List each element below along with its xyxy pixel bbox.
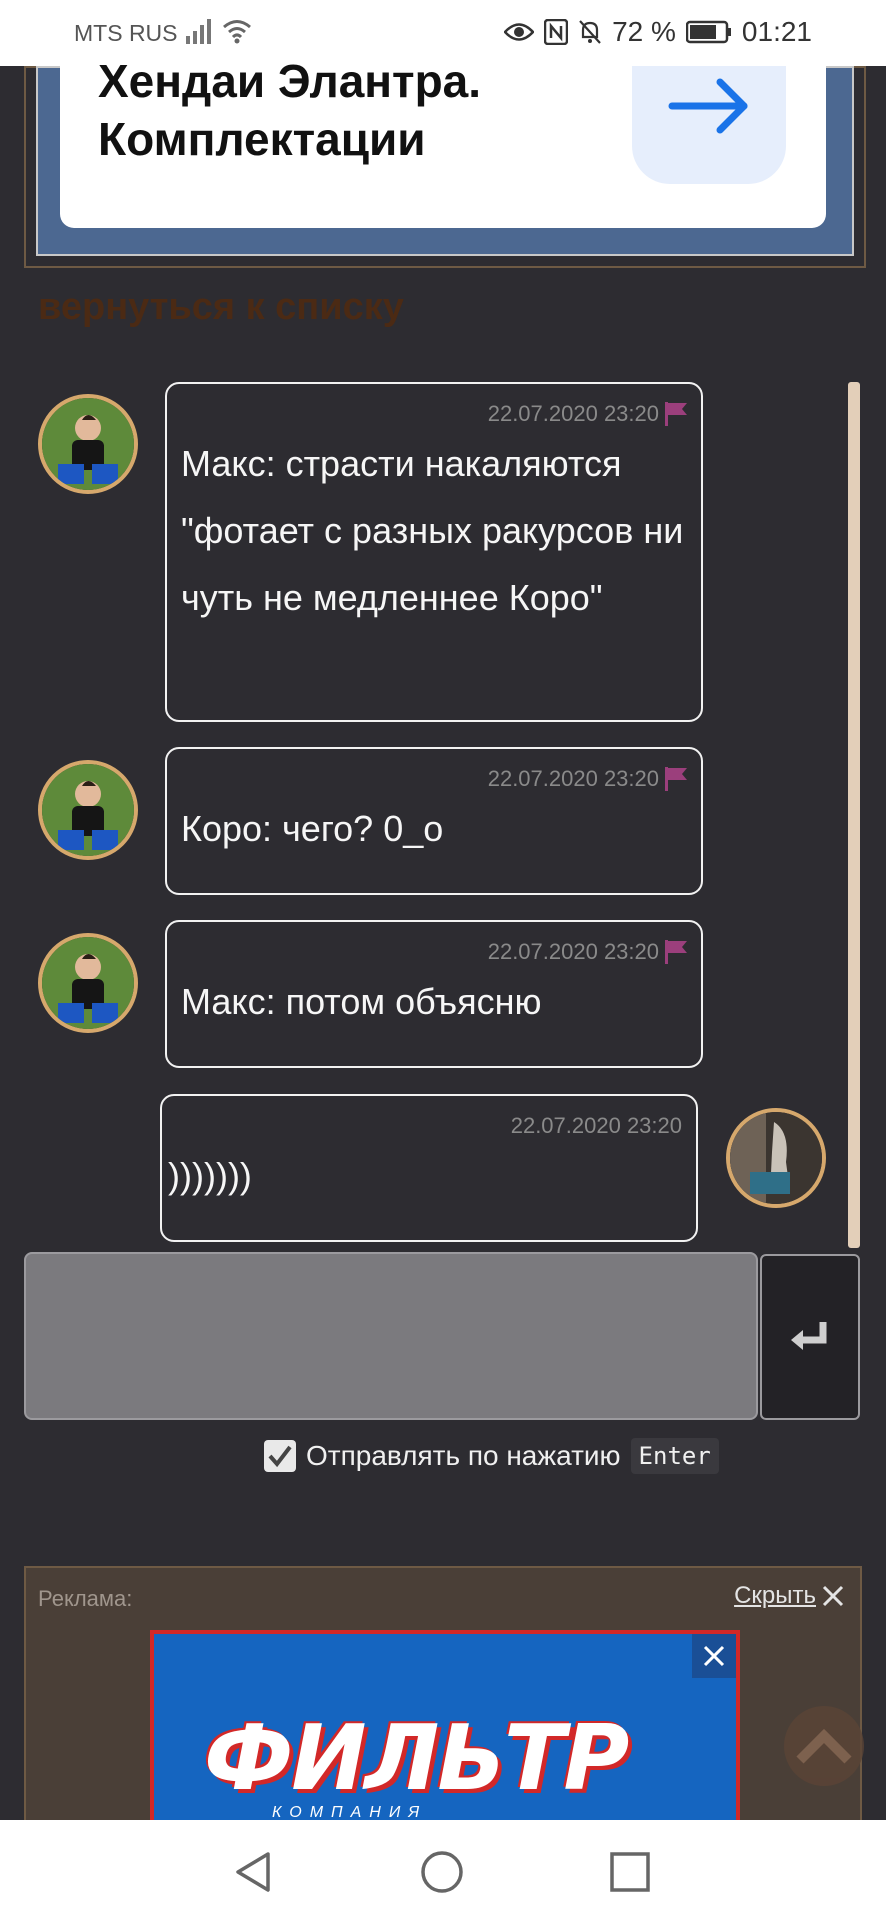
recents-icon[interactable] (608, 1850, 652, 1894)
user-photo-icon (42, 764, 134, 856)
message-bubble: 22.07.2020 23:20 Макс: потом объясню (165, 920, 703, 1068)
message-text: ))))))) (168, 1155, 252, 1196)
hide-ad-label: Скрыть (734, 1582, 816, 1609)
battery-percent: 72 % (612, 16, 676, 47)
chat-scrollbar[interactable] (848, 382, 860, 1248)
scroll-to-top-button[interactable] (784, 1706, 864, 1786)
system-nav-bar (0, 1820, 886, 1920)
message-text: Коро: чего? 0_о (181, 808, 444, 849)
own-message-bubble: 22.07.2020 23:20 ))))))) (160, 1094, 698, 1242)
flag-icon[interactable] (665, 767, 687, 791)
avatar[interactable] (38, 394, 138, 494)
chevron-up-icon (796, 1728, 852, 1764)
status-right: 72 % 01:21 (504, 16, 812, 48)
own-avatar[interactable] (726, 1108, 826, 1208)
send-button[interactable] (760, 1254, 860, 1420)
ad-close-button[interactable] (692, 1634, 736, 1678)
user-photo-icon (730, 1112, 822, 1204)
eye-icon (504, 23, 535, 41)
flag-icon[interactable] (665, 402, 687, 426)
message-time-row: 22.07.2020 23:20 (181, 938, 687, 966)
message-bubble: 22.07.2020 23:20 Коро: чего? 0_о (165, 747, 703, 895)
message-time-row: 22.07.2020 23:20 (181, 765, 687, 793)
ad-brand-logo: ФИЛЬТР (204, 1706, 629, 1811)
back-to-list-link[interactable]: вернуться к списку (38, 286, 404, 329)
flag-icon[interactable] (665, 940, 687, 964)
message-timestamp: 22.07.2020 23:20 (487, 939, 659, 964)
top-ad-title[interactable]: Хендаи Элантра. Комплектации (98, 52, 618, 168)
home-icon[interactable] (420, 1850, 464, 1894)
message-bubble: 22.07.2020 23:20 Макс: страсти накаляютс… (165, 382, 703, 722)
message-timestamp: 22.07.2020 23:20 (487, 766, 659, 791)
top-ad-title-line1: Хендаи Элантра. (98, 55, 482, 107)
bell-off-icon (579, 20, 601, 44)
message-timestamp: 22.07.2020 23:20 (487, 401, 659, 426)
hide-ad-button[interactable]: Скрыть (734, 1582, 844, 1610)
checkmark-icon (268, 1445, 292, 1468)
top-ad-arrow-button[interactable] (632, 66, 786, 184)
user-photo-icon (42, 398, 134, 490)
message-time-row: 22.07.2020 23:20 (181, 400, 687, 428)
send-on-enter-label: Отправлять по нажатию (306, 1440, 621, 1471)
message-text: Макс: страсти накаляются "фотает с разны… (181, 443, 684, 618)
back-icon[interactable] (232, 1850, 276, 1894)
message-input[interactable] (24, 1252, 758, 1420)
close-icon (703, 1645, 725, 1667)
avatar[interactable] (38, 933, 138, 1033)
nfc-icon (544, 19, 569, 45)
enter-key-label: Enter (630, 1438, 719, 1474)
bottom-ad: Реклама: Скрыть ФИЛЬТР КОМПАНИЯ (24, 1566, 862, 1830)
message-time-row: 22.07.2020 23:20 (176, 1112, 682, 1140)
avatar[interactable] (38, 760, 138, 860)
arrow-right-icon (668, 78, 748, 134)
wifi-icon (223, 20, 251, 44)
signal-icon (186, 19, 211, 44)
clock: 01:21 (741, 16, 812, 47)
top-ad-title-line2: Комплектации (98, 113, 426, 165)
message-text: Макс: потом объясню (181, 981, 542, 1022)
send-on-enter-row[interactable]: Отправлять по нажатию Enter (264, 1436, 719, 1476)
message-timestamp: 22.07.2020 23:20 (510, 1113, 682, 1138)
battery-icon (685, 20, 731, 44)
ad-label: Реклама: (38, 1586, 133, 1611)
send-on-enter-checkbox[interactable] (264, 1440, 296, 1472)
ad-banner-image[interactable]: ФИЛЬТР КОМПАНИЯ (150, 1630, 740, 1830)
user-photo-icon (42, 937, 134, 1029)
close-icon (822, 1585, 844, 1607)
carrier-name: MTS RUS (74, 20, 178, 46)
enter-arrow-icon (791, 1322, 827, 1350)
